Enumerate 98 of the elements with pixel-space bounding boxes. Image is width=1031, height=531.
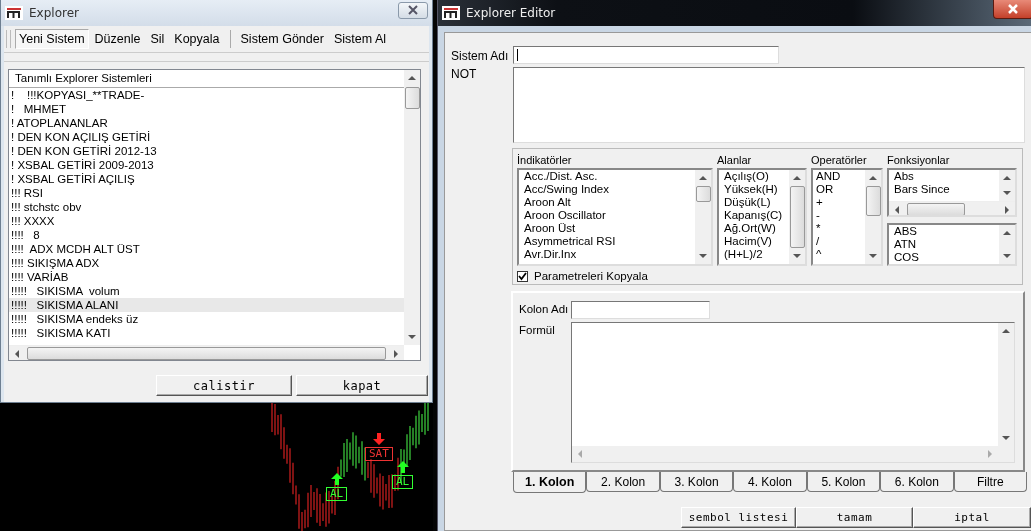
checkbox-label: Parametreleri Kopyala [534, 270, 648, 282]
list-item[interactable]: * [813, 222, 865, 235]
checkbox[interactable] [517, 270, 528, 282]
list-item[interactable]: ! DEN KON AÇILIŞ GETİRİ [9, 130, 404, 144]
toolbar-button[interactable]: Yeni Sistem [15, 29, 89, 49]
column-tab[interactable]: 6. Kolon [880, 472, 954, 492]
list-item[interactable]: Yüksek(H) [719, 183, 789, 196]
list-item[interactable]: + [813, 196, 865, 209]
vertical-scrollbar[interactable] [999, 225, 1015, 264]
list-item[interactable]: OR [813, 183, 865, 196]
list-item[interactable]: ^ [813, 248, 865, 261]
down-arrow-icon [372, 433, 385, 445]
list-item[interactable]: !!!!! SIKISMA KATI [9, 326, 404, 340]
system-name-field[interactable] [513, 46, 779, 64]
toolbar-button[interactable]: Sistem Al [329, 29, 390, 49]
list-item[interactable]: !!!! ADX MCDH ALT ÜST [9, 242, 404, 256]
list-title: İndikatörler [517, 154, 573, 168]
field-label: NOT [451, 66, 478, 83]
vertical-scrollbar[interactable] [404, 70, 420, 345]
list-item[interactable]: Açılış(O) [719, 170, 789, 183]
action-button[interactable]: iptal [913, 507, 1031, 528]
list-item[interactable]: !!!!! SIKISMA volum [9, 284, 404, 298]
list-item[interactable]: !!!! VARİAB [9, 270, 404, 284]
close-icon [407, 5, 419, 15]
horizontal-scrollbar[interactable] [9, 345, 404, 360]
list-item[interactable]: ABS [889, 225, 999, 238]
column-tab[interactable]: 3. Kolon [659, 472, 734, 492]
close-icon [1006, 3, 1020, 15]
window-title: Explorer Editor [466, 6, 557, 20]
note-field[interactable] [513, 67, 1025, 143]
field-label: Formül [519, 323, 556, 338]
list-item[interactable]: / [813, 235, 865, 248]
app-logo-icon [5, 6, 23, 20]
list-item[interactable]: Aroon Üst [519, 222, 695, 235]
list-item[interactable]: Aroon Oscillator [519, 209, 695, 222]
list-item[interactable]: !!!!! SIKISMA ALANI [9, 298, 404, 312]
formula-field[interactable] [570, 322, 1015, 463]
list-item[interactable]: ! !!!KOPYASI_**TRADE- [9, 88, 404, 102]
list-item[interactable]: ! ATOPLANANLAR [9, 116, 404, 130]
list-title: Operatörler [811, 154, 868, 168]
signal-label: AL [392, 475, 414, 489]
horizontal-scrollbar[interactable] [889, 201, 1015, 215]
list-item[interactable]: !!!!! SIKISMA endeks üz [9, 312, 404, 326]
close-button[interactable] [398, 1, 428, 19]
list-item[interactable]: ! MHMET [9, 102, 404, 116]
toolbar-button[interactable]: Kopyala [170, 29, 224, 49]
list-item[interactable]: !!!! 8 [9, 228, 404, 242]
list-item[interactable]: AND [813, 170, 865, 183]
list-item[interactable]: ! XSBAL GETİRİ AÇILIŞ [9, 172, 404, 186]
list-item[interactable]: Ağ.Ort(W) [719, 222, 789, 235]
list-item[interactable]: (H+L)/2 [719, 248, 789, 261]
list-item[interactable]: Bars Since [889, 183, 999, 196]
field-label: Kolon Adı [519, 302, 570, 317]
signal-label: SAT [365, 447, 393, 461]
vertical-scrollbar[interactable] [789, 170, 805, 264]
list-item[interactable]: Avr.Dir.Inx [519, 248, 695, 261]
list-item[interactable]: ATN [889, 238, 999, 251]
column-tab[interactable]: Filtre [953, 472, 1027, 492]
vertical-scrollbar[interactable] [865, 170, 881, 264]
list-item[interactable]: Hacim(V) [719, 235, 789, 248]
action-button[interactable]: calistir [156, 375, 292, 396]
column-tab[interactable]: 5. Kolon [806, 472, 881, 492]
up-arrow-icon [330, 473, 343, 485]
close-button[interactable] [993, 0, 1031, 19]
action-button[interactable]: kapat [296, 375, 428, 396]
vertical-scrollbar[interactable] [695, 170, 711, 264]
list-item[interactable]: Acc/Swing Index [519, 183, 695, 196]
action-button[interactable]: sembol listesi [681, 507, 796, 528]
list-title: Alanlar [717, 154, 753, 168]
list-item[interactable]: Acc./Dist. Asc. [519, 170, 695, 183]
column-name-field[interactable] [571, 301, 710, 319]
list-item[interactable]: ! DEN KON GETİRİ 2012-13 [9, 144, 404, 158]
vertical-scrollbar[interactable] [999, 170, 1015, 201]
up-arrow-icon [396, 461, 409, 473]
list-item[interactable]: !!! XXXX [9, 214, 404, 228]
column-tab[interactable]: 4. Kolon [733, 472, 807, 492]
window-title: Explorer [29, 6, 80, 20]
action-button[interactable]: tamam [796, 507, 913, 528]
list-title: Fonksiyonlar [887, 154, 951, 168]
list-item[interactable]: COS [889, 251, 999, 264]
column-tab[interactable]: 1. Kolon [513, 472, 587, 493]
field-label: Sistem Adı [451, 48, 510, 64]
list-item[interactable]: Abs [889, 170, 999, 183]
list-item[interactable]: ! XSBAL GETİRİ 2009-2013 [9, 158, 404, 172]
toolbar-button[interactable]: Sistem Gönder [236, 29, 328, 49]
list-item[interactable]: Asymmetrical RSI [519, 235, 695, 248]
list-item[interactable]: !!!! SIKIŞMA ADX [9, 256, 404, 270]
toolbar-button[interactable]: Sil [146, 29, 169, 49]
list-item[interactable]: !!! stchstc obv [9, 200, 404, 214]
list-item[interactable]: Kapanış(C) [719, 209, 789, 222]
list-item[interactable]: !!! RSI [9, 186, 404, 200]
toolbar-button[interactable]: Düzenle [90, 29, 145, 49]
list-item[interactable]: Düşük(L) [719, 196, 789, 209]
list-item[interactable]: Aroon Alt [519, 196, 695, 209]
list-item[interactable]: - [813, 209, 865, 222]
app-logo-icon [442, 6, 460, 20]
signal-label: AL [326, 487, 348, 501]
column-tab[interactable]: 2. Kolon [586, 472, 660, 492]
